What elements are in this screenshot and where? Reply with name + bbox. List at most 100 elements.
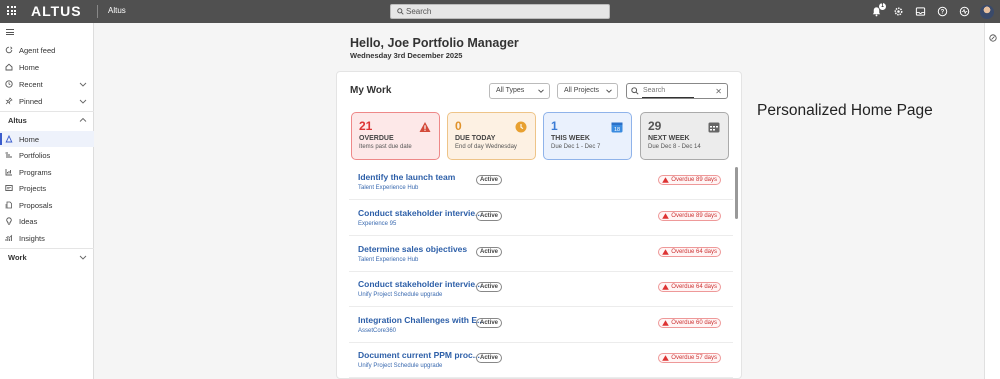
overdue-badge: Overdue 60 days [658, 318, 721, 328]
warning-icon [419, 122, 431, 132]
tile-subtitle: Due Dec 8 - Dec 14 [648, 144, 701, 150]
pulse-icon[interactable] [958, 6, 970, 18]
global-search-input[interactable]: Search [390, 4, 610, 19]
work-item-project[interactable]: Unify Project Schedule upgrade [358, 292, 442, 298]
sidebar-item-label: Programs [19, 167, 52, 177]
page-caption: Personalized Home Page [757, 102, 933, 119]
project-filter-value: All Projects [564, 87, 600, 94]
program-icon [5, 168, 13, 176]
warning-icon [662, 213, 670, 219]
search-underline [642, 97, 694, 98]
bell-icon[interactable]: 1 [870, 2, 886, 18]
sidebar-item-proposals[interactable]: Proposals [0, 197, 94, 213]
sidebar-section-work[interactable]: Work [0, 249, 94, 265]
work-item-title[interactable]: Determine sales objectives [358, 244, 467, 254]
warning-icon [662, 177, 670, 183]
work-item-title[interactable]: Integration Challenges with E... [358, 315, 484, 325]
work-item-project[interactable]: Experience 95 [358, 221, 396, 227]
sidebar-item-label: Proposals [19, 200, 53, 210]
work-item-project[interactable]: AssetCore360 [358, 328, 396, 334]
chevron-down-icon[interactable] [79, 97, 87, 105]
overdue-tile[interactable]: 21 OVERDUE Items past due date [351, 112, 440, 160]
sidebar-item-pinned[interactable]: Pinned [0, 93, 94, 109]
global-search-placeholder: Search [406, 7, 432, 16]
overdue-badge: Overdue 89 days [658, 175, 721, 185]
sidebar-item-programs[interactable]: Programs [0, 164, 94, 180]
search-icon [631, 87, 639, 95]
work-search-placeholder: Search [643, 87, 666, 94]
status-badge: Active [476, 318, 503, 328]
due-today-tile[interactable]: 0 DUE TODAY End of day Wednesday [447, 112, 536, 160]
work-item-title[interactable]: Conduct stakeholder intervie... [358, 208, 482, 218]
gear-icon[interactable] [892, 6, 904, 18]
sidebar-item-agent-feed[interactable]: Agent feed [0, 42, 94, 58]
sidebar-item-portfolios[interactable]: Portfolios [0, 147, 94, 163]
sidebar-item-projects[interactable]: Projects [0, 180, 94, 196]
overdue-label: Overdue 89 days [671, 213, 717, 219]
tile-subtitle: End of day Wednesday [455, 144, 517, 150]
svg-text:?: ? [940, 10, 944, 16]
chevron-up-icon[interactable] [79, 116, 87, 124]
sidebar-item-recent[interactable]: Recent [0, 76, 94, 92]
sidebar-item-ideas[interactable]: Ideas [0, 213, 94, 229]
sidebar-item-label: Pinned [19, 96, 43, 106]
sidebar-item-label: Agent feed [19, 45, 56, 55]
work-item-row[interactable]: Conduct stakeholder intervie... Experien… [349, 200, 733, 236]
altus-logo[interactable]: ALTUS [31, 3, 82, 19]
sidebar-item-insights[interactable]: Insights [0, 230, 94, 246]
tile-label: OVERDUE [359, 135, 394, 142]
tile-subtitle: Due Dec 1 - Dec 7 [551, 144, 601, 150]
work-item-title[interactable]: Identify the launch team [358, 172, 455, 182]
work-item-title[interactable]: Document current PPM proc... [358, 350, 480, 360]
sidebar-item-label: Home [19, 62, 40, 72]
overdue-badge: Overdue 64 days [658, 247, 721, 257]
sidebar-item-label: Portfolios [19, 150, 51, 160]
workspace-name[interactable]: Altus [108, 6, 126, 15]
sidebar-item-label: Insights [19, 233, 45, 243]
calendar-day-icon: 18 [611, 122, 623, 133]
chevron-down-icon[interactable] [79, 80, 87, 88]
work-item-title[interactable]: Conduct stakeholder intervie... [358, 279, 482, 289]
apps-grid-icon[interactable] [7, 6, 16, 15]
overdue-badge: Overdue 57 days [658, 353, 721, 363]
avatar[interactable] [980, 4, 994, 19]
sidebar-item-home[interactable]: Home [0, 59, 94, 75]
help-icon[interactable]: ? [936, 6, 948, 18]
work-list-scrollbar[interactable] [735, 167, 738, 219]
warning-icon [662, 249, 670, 255]
status-badge: Active [476, 353, 503, 363]
warning-icon [662, 320, 670, 326]
this-week-tile[interactable]: 1 THIS WEEK Due Dec 1 - Dec 7 18 [543, 112, 632, 160]
sidebar-item-label: Recent [19, 79, 43, 89]
tile-label: NEXT WEEK [648, 135, 690, 142]
project-icon [5, 184, 13, 192]
chevron-down-icon[interactable] [79, 253, 87, 261]
hamburger-menu-icon[interactable] [6, 29, 14, 35]
sidebar-item-altus-home[interactable]: Home [0, 131, 94, 147]
work-item-row[interactable]: Document current PPM proc... Unify Proje… [349, 342, 733, 378]
calendar-icon [708, 122, 720, 133]
agent-feed-icon [5, 46, 13, 54]
type-filter-dropdown[interactable]: All Types [489, 83, 550, 99]
work-item-row[interactable]: Identify the launch team Talent Experien… [349, 164, 733, 200]
next-week-tile[interactable]: 29 NEXT WEEK Due Dec 8 - Dec 14 [640, 112, 729, 160]
clear-search-icon[interactable]: ✕ [715, 87, 722, 96]
tile-label: THIS WEEK [551, 135, 590, 142]
warning-icon [662, 355, 670, 361]
inbox-icon[interactable] [914, 6, 926, 18]
project-filter-dropdown[interactable]: All Projects [557, 83, 618, 99]
work-item-project[interactable]: Talent Experience Hub [358, 185, 418, 191]
proposal-icon [5, 201, 13, 209]
work-item-row[interactable]: Conduct stakeholder intervie... Unify Pr… [349, 271, 733, 307]
copilot-icon[interactable] [989, 29, 997, 42]
work-item-project[interactable]: Talent Experience Hub [358, 257, 418, 263]
work-search-input[interactable]: Search ✕ [626, 83, 728, 99]
work-item-row[interactable]: Determine sales objectives Talent Experi… [349, 236, 733, 272]
type-filter-value: All Types [496, 87, 525, 94]
sidebar-section-altus[interactable]: Altus [0, 112, 94, 128]
work-item-project[interactable]: Unify Project Schedule upgrade [358, 363, 442, 369]
overdue-label: Overdue 64 days [671, 249, 717, 255]
work-item-row[interactable]: Integration Challenges with E... AssetCo… [349, 307, 733, 343]
pin-icon [5, 97, 13, 105]
overdue-label: Overdue 57 days [671, 355, 717, 361]
